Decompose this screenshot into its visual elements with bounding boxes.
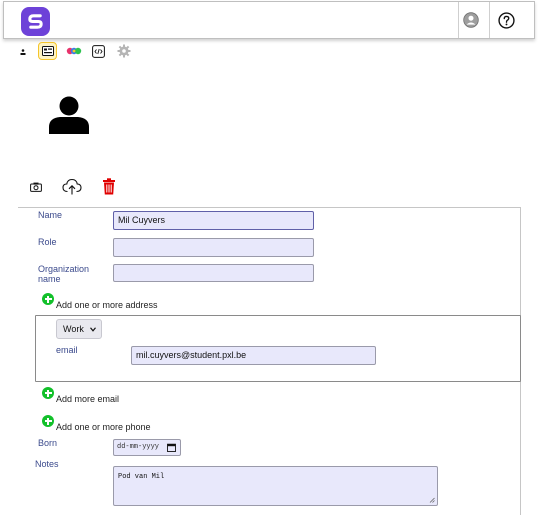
organization-label: Organization — [38, 264, 90, 274]
email-input[interactable]: mil.cuyvers@student.pxl.be — [131, 346, 376, 365]
role-label: Role — [38, 237, 57, 247]
camera-icon[interactable] — [29, 180, 43, 193]
name-label: Name — [38, 210, 63, 220]
account-circle-icon[interactable] — [462, 11, 480, 29]
trash-icon[interactable] — [101, 176, 117, 196]
email-type-select[interactable]: Work — [56, 319, 102, 339]
settings-gear-icon[interactable] — [116, 44, 131, 58]
header-separator — [458, 2, 459, 38]
chevron-down-icon — [90, 327, 96, 332]
brand-logo-icon[interactable] — [21, 7, 50, 36]
email-label: email — [56, 345, 78, 355]
add-email-icon[interactable] — [42, 387, 54, 399]
name-input[interactable]: Mil Cuyvers — [113, 211, 314, 230]
role-input[interactable] — [113, 238, 314, 257]
add-phone-icon[interactable] — [42, 415, 54, 427]
code-icon[interactable] — [91, 44, 106, 58]
born-label: Born — [38, 438, 58, 448]
add-address-icon[interactable] — [42, 293, 54, 305]
organization-label-line2: name — [38, 274, 61, 284]
organization-input[interactable] — [113, 264, 314, 282]
person-silhouette-icon — [46, 94, 92, 134]
email-type-value: Work — [63, 324, 84, 334]
help-circle-icon[interactable] — [497, 11, 515, 29]
tags-icon[interactable] — [66, 44, 82, 58]
add-email-link[interactable]: Add more email — [56, 394, 119, 404]
cloud-upload-icon[interactable] — [61, 176, 83, 196]
app-header — [3, 1, 535, 39]
add-phone-link[interactable]: Add one or more phone — [56, 422, 151, 432]
header-separator — [489, 2, 490, 38]
contact-card-icon[interactable] — [38, 42, 57, 60]
resize-handle-icon[interactable] — [429, 497, 435, 503]
notes-textarea[interactable]: Pod van Mil — [113, 466, 438, 506]
notes-text: Pod van Mil — [118, 473, 165, 481]
calendar-icon[interactable] — [167, 443, 176, 452]
person-small-icon[interactable] — [18, 47, 28, 57]
add-address-link[interactable]: Add one or more address — [56, 300, 158, 310]
born-date-placeholder: dd-mm-yyyy — [117, 443, 160, 451]
born-date-input[interactable]: dd-mm-yyyy — [113, 439, 181, 456]
notes-label: Notes — [35, 459, 59, 469]
